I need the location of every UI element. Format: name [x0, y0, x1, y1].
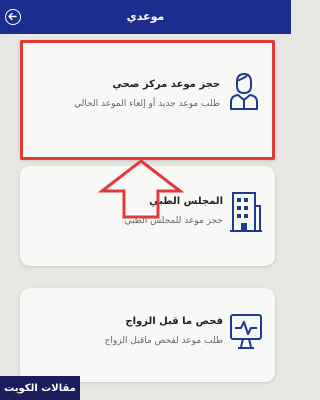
page-title: موعدي	[126, 10, 165, 23]
heart-monitor-icon	[230, 314, 262, 349]
doctor-icon	[230, 73, 258, 110]
card-title: حجز موعد مركز صحي	[112, 79, 220, 90]
card-subtitle: طلب موعد جديد أو إلغاء الموعد الحالي	[74, 99, 220, 109]
premarital-exam-card[interactable]: فحص ما قبل الزواج طلب موعد لفحص ماقبل ال…	[20, 288, 275, 382]
health-center-appointment-card[interactable]: حجز موعد مركز صحي طلب موعد جديد أو إلغاء…	[20, 40, 275, 160]
watermark-badge: مقالات الكويت	[0, 376, 80, 400]
hospital-building-icon	[230, 192, 262, 232]
up-arrow-annotation	[98, 159, 184, 219]
card-title: فحص ما قبل الزواج	[125, 316, 223, 327]
app-header: موعدي	[0, 0, 291, 34]
card-subtitle: طلب موعد لفحص ماقبل الزواج	[104, 336, 223, 346]
